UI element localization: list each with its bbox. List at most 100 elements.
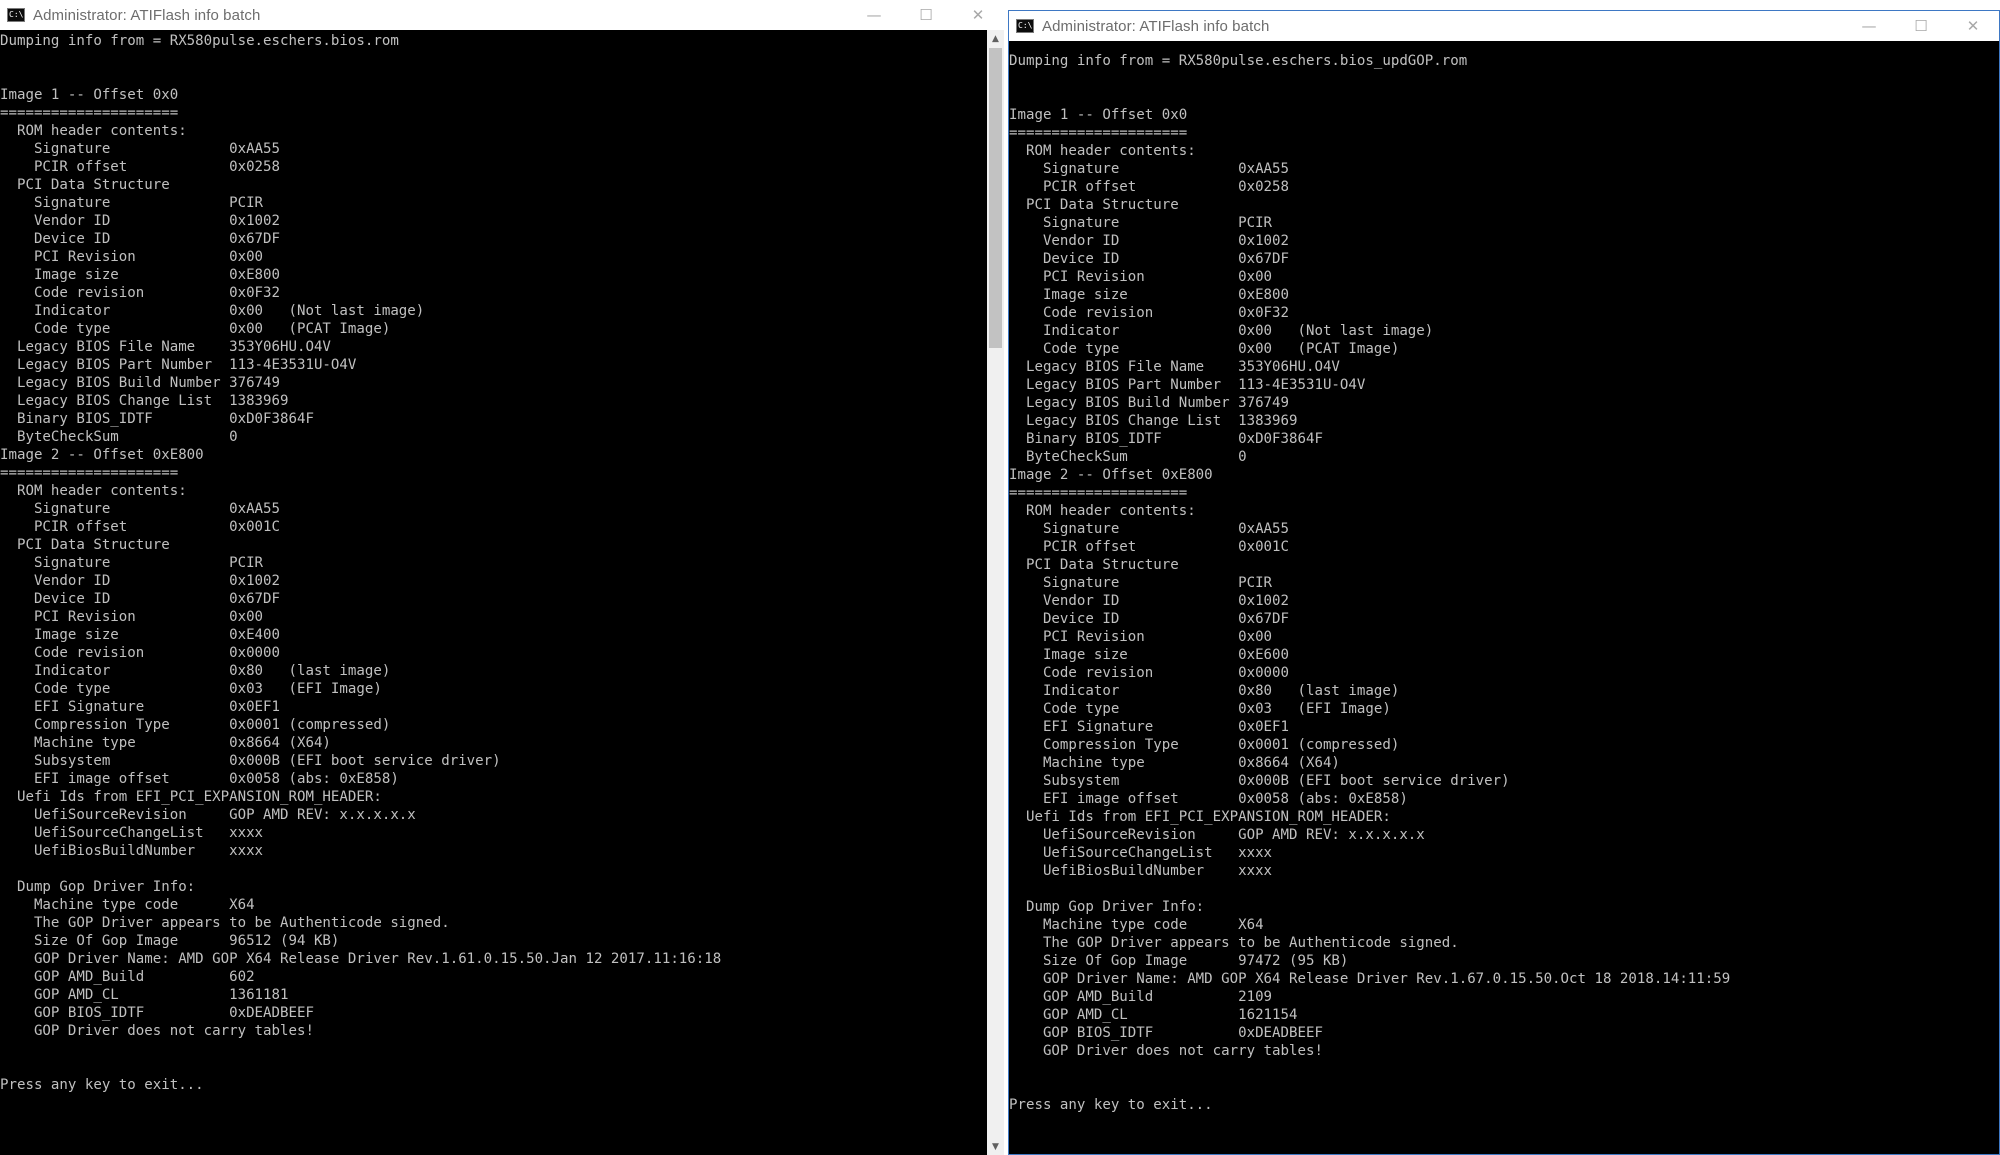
console-line: Press any key to exit... (1009, 1097, 1213, 1113)
console-lines: Dumping info from = RX580pulse.eschers.b… (0, 32, 721, 1094)
scroll-thumb[interactable] (989, 48, 1002, 348)
console-line: GOP BIOS_IDTF 0xDEADBEEF (1009, 1025, 1323, 1041)
console-line: GOP AMD_CL 1621154 (1009, 1007, 1298, 1023)
console-line: PCIR offset 0x001C (1009, 539, 1290, 555)
console-line: PCI Data Structure (0, 537, 170, 553)
console-line: GOP Driver does not carry tables! (0, 1023, 314, 1039)
console-line: Dumping info from = RX580pulse.eschers.b… (0, 33, 399, 49)
console-line: UefiSourceChangeList xxxx (1009, 845, 1273, 861)
console-line: Image 2 -- Offset 0xE800 (0, 447, 204, 463)
console-lines: Dumping info from = RX580pulse.eschers.b… (1009, 52, 1730, 1114)
console-line: PCI Data Structure (1009, 197, 1179, 213)
console-line: ===================== (0, 465, 179, 481)
console-line: Subsystem 0x000B (EFI boot service drive… (1009, 773, 1510, 789)
console-line: Code revision 0x0F32 (0, 285, 281, 301)
console-output[interactable]: Dumping info from = RX580pulse.eschers.b… (1009, 41, 1999, 1154)
console-line: Machine type 0x8664 (X64) (1009, 755, 1340, 771)
console-line: GOP Driver Name: AMD GOP X64 Release Dri… (1009, 971, 1731, 987)
title-bar[interactable]: Administrator: ATIFlash info batch — ☐ ✕ (1009, 11, 1999, 41)
console-line: Machine type code X64 (0, 897, 255, 913)
console-line: Vendor ID 0x1002 (1009, 593, 1290, 609)
console-line: Vendor ID 0x1002 (1009, 233, 1290, 249)
console-line: Compression Type 0x0001 (compressed) (0, 717, 391, 733)
console-line: Code revision 0x0000 (1009, 665, 1290, 681)
console-line: UefiSourceChangeList xxxx (0, 825, 264, 841)
console-line: Signature 0xAA55 (1009, 521, 1290, 537)
console-line: Code revision 0x0000 (0, 645, 281, 661)
minimize-icon[interactable]: — (1843, 11, 1895, 41)
console-line: Dump Gop Driver Info: (0, 879, 196, 895)
console-line: Legacy BIOS File Name 353Y06HU.O4V (0, 339, 331, 355)
console-window-left[interactable]: Administrator: ATIFlash info batch — ☐ ✕… (0, 0, 1004, 1155)
console-window-right[interactable]: Administrator: ATIFlash info batch — ☐ ✕… (1008, 10, 2000, 1155)
console-line: Uefi Ids from EFI_PCI_EXPANSION_ROM_HEAD… (0, 789, 382, 805)
window-title: Administrator: ATIFlash info batch (1042, 17, 1270, 35)
console-line: Image size 0xE600 (1009, 647, 1290, 663)
console-line: Signature PCIR (0, 195, 264, 211)
console-line: The GOP Driver appears to be Authenticod… (0, 915, 450, 931)
console-line: Code type 0x03 (EFI Image) (1009, 701, 1391, 717)
console-line: Code revision 0x0F32 (1009, 305, 1290, 321)
console-line: Indicator 0x80 (last image) (1009, 683, 1400, 699)
console-line: Dumping info from = RX580pulse.eschers.b… (1009, 53, 1468, 69)
console-line: Vendor ID 0x1002 (0, 213, 281, 229)
console-line: GOP AMD_Build 602 (0, 969, 255, 985)
scroll-up-arrow-icon[interactable]: ▲ (987, 30, 1004, 47)
window-controls: — ☐ ✕ (1843, 11, 1999, 41)
console-line: ROM header contents: (1009, 503, 1196, 519)
console-line: Legacy BIOS Change List 1383969 (1009, 413, 1298, 429)
console-line: ByteCheckSum 0 (0, 429, 238, 445)
window-title: Administrator: ATIFlash info batch (33, 6, 261, 24)
title-bar[interactable]: Administrator: ATIFlash info batch — ☐ ✕ (0, 0, 1004, 30)
console-line: Image 2 -- Offset 0xE800 (1009, 467, 1213, 483)
console-line: ROM header contents: (1009, 143, 1196, 159)
console-line: GOP AMD_Build 2109 (1009, 989, 1273, 1005)
console-line: GOP Driver does not carry tables! (1009, 1043, 1323, 1059)
scroll-down-arrow-icon[interactable]: ▼ (987, 1138, 1004, 1155)
console-line: Uefi Ids from EFI_PCI_EXPANSION_ROM_HEAD… (1009, 809, 1391, 825)
console-line: Signature PCIR (1009, 215, 1273, 231)
console-line: Indicator 0x00 (Not last image) (0, 303, 425, 319)
console-line: Subsystem 0x000B (EFI boot service drive… (0, 753, 501, 769)
console-line: Signature PCIR (0, 555, 264, 571)
console-line: Code type 0x03 (EFI Image) (0, 681, 382, 697)
console-line: PCI Revision 0x00 (0, 249, 264, 265)
console-line: PCI Revision 0x00 (1009, 629, 1273, 645)
console-line: Image size 0xE400 (0, 627, 281, 643)
console-line: ===================== (0, 105, 179, 121)
console-line: Binary BIOS_IDTF 0xD0F3864F (1009, 431, 1323, 447)
console-line: Signature PCIR (1009, 575, 1273, 591)
console-line: Device ID 0x67DF (0, 231, 281, 247)
console-line: Signature 0xAA55 (1009, 161, 1290, 177)
console-line: Legacy BIOS Part Number 113-4E3531U-O4V (1009, 377, 1366, 393)
console-line: Code type 0x00 (PCAT Image) (1009, 341, 1400, 357)
console-line: PCI Revision 0x00 (0, 609, 264, 625)
console-line: Device ID 0x67DF (0, 591, 281, 607)
minimize-icon[interactable]: — (848, 0, 900, 30)
console-line: EFI Signature 0x0EF1 (1009, 719, 1290, 735)
console-line: ROM header contents: (0, 483, 187, 499)
console-line: GOP AMD_CL 1361181 (0, 987, 289, 1003)
close-icon[interactable]: ✕ (1947, 11, 1999, 41)
console-line: Binary BIOS_IDTF 0xD0F3864F (0, 411, 314, 427)
close-icon[interactable]: ✕ (952, 0, 1004, 30)
console-output[interactable]: Dumping info from = RX580pulse.eschers.b… (0, 30, 987, 1155)
maximize-icon[interactable]: ☐ (900, 0, 952, 30)
console-line: UefiBiosBuildNumber xxxx (0, 843, 264, 859)
maximize-icon[interactable]: ☐ (1895, 11, 1947, 41)
console-line: Indicator 0x00 (Not last image) (1009, 323, 1434, 339)
console-line: Legacy BIOS Part Number 113-4E3531U-O4V (0, 357, 357, 373)
console-line: Indicator 0x80 (last image) (0, 663, 391, 679)
console-line: Legacy BIOS Change List 1383969 (0, 393, 289, 409)
vertical-scrollbar[interactable]: ▲ ▼ (987, 30, 1004, 1155)
console-line: GOP Driver Name: AMD GOP X64 Release Dri… (0, 951, 722, 967)
console-line: Image size 0xE800 (0, 267, 281, 283)
console-line: Image 1 -- Offset 0x0 (1009, 107, 1188, 123)
